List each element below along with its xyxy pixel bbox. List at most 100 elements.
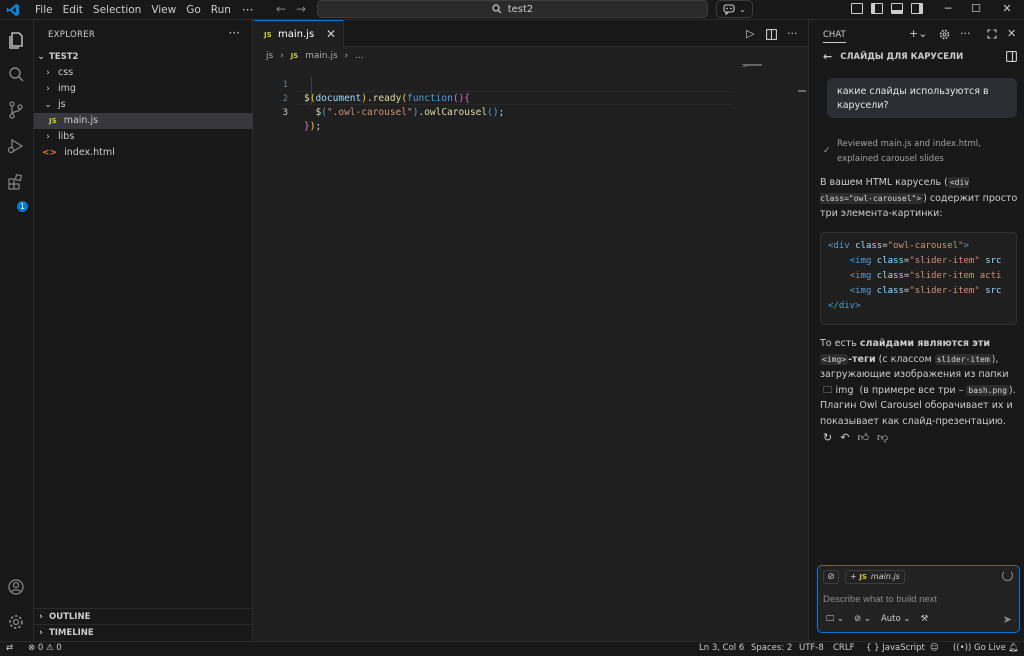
close-icon[interactable]: ✕ [326,27,336,41]
tree-item-label: css [58,67,74,78]
files-icon[interactable] [6,30,26,50]
code-line[interactable]: 3 }); [254,92,322,132]
source-control-icon[interactable] [6,100,26,120]
menu-selection[interactable]: Selection [88,0,146,20]
code-block-line: <img class="slider-item acti [849,271,1002,281]
minimize-button[interactable]: ─ [933,0,963,20]
toggle-primary-sidebar-icon[interactable] [871,3,883,14]
code-block[interactable]: <div class="owl-carousel"> <img class="s… [820,232,1017,325]
toggle-secondary-sidebar-icon[interactable] [911,3,923,14]
chat-more-button[interactable]: ··· [960,27,971,40]
breadcrumb-symbol[interactable]: ... [355,51,364,61]
code-line[interactable]: 2 $(".owl-carousel").owlCarousel(); [254,78,505,118]
maximize-icon[interactable] [987,29,997,39]
code-block-line: <img class="slider-item" src [849,286,1002,296]
configure-tools-icon[interactable]: ⚒ [921,614,929,624]
bell-icon[interactable]: 🔔︎ [1008,643,1019,653]
explorer-more-button[interactable]: ··· [229,26,240,40]
split-editor-icon[interactable] [766,29,777,40]
account-icon[interactable] [6,577,26,597]
chat-title[interactable]: CHAT [823,30,846,43]
explorer-title: EXPLORER [48,30,96,40]
editor-more-button[interactable]: ··· [787,27,798,40]
indentation[interactable]: Spaces: 2 [751,643,792,653]
problems-indicator[interactable]: ⊗ 0 ⚠ 0 [28,643,62,653]
settings-gear-icon[interactable] [6,612,26,632]
line-number: 3 [282,108,288,118]
outline-section[interactable]: › OUTLINE [34,608,253,624]
new-chat-icon[interactable]: +⌄ [909,27,927,40]
tree-item-css[interactable]: › css [34,65,253,81]
tree-item-index-html[interactable]: <> index.html [34,145,253,161]
answer-paragraph-2: То есть слайдами являются эти <img> -теги… [820,336,1018,429]
html-file-icon: <> [42,148,58,158]
context-file-chip[interactable]: + JS main.js [845,570,905,584]
close-icon[interactable]: ✕ [1007,27,1016,40]
back-arrow-icon[interactable]: ← [276,2,286,16]
timeline-label: TIMELINE [48,628,94,638]
search-icon[interactable] [6,65,26,85]
tree-item-img[interactable]: › img [34,81,253,97]
inline-code: <img> [820,353,849,365]
cursor-position[interactable]: Ln 3, Col 6 [699,643,744,653]
send-icon[interactable]: ➤ [1003,613,1012,626]
tree-item-libs[interactable]: › libs [34,129,253,145]
copilot-button[interactable]: ⌄ [716,0,753,18]
chevron-right-icon: › [46,132,50,142]
menu-go[interactable]: Go [181,0,206,20]
model-picker[interactable]: Auto ⌄ [881,614,911,624]
undo-icon[interactable]: ↶ [840,431,849,444]
toggle-panel-icon[interactable] [891,3,903,14]
copilot-status-icon[interactable]: ☺ [930,643,939,653]
forward-arrow-icon[interactable]: → [296,2,306,16]
editor-area: JS main.js ✕ ▷ ··· js › JS main.js › ...… [254,20,808,641]
run-icon[interactable]: ▷ [746,27,754,40]
gear-icon[interactable] [939,29,950,40]
agent-mode-picker[interactable]: 🖵︎ ⌄ [826,614,844,624]
folder-reference[interactable]: 🗀 img [820,383,856,399]
thumbs-up-icon[interactable]: 👍︎ [857,431,869,444]
breadcrumb-file[interactable]: main.js [305,51,338,61]
menu-view[interactable]: View [146,0,181,20]
tab-main-js[interactable]: JS main.js ✕ [254,20,344,48]
maximize-button[interactable]: ☐ [961,0,991,20]
command-center-search[interactable]: test2 [317,0,708,18]
menu-run[interactable]: Run [206,0,236,20]
answer-text: (в примере все три – [856,384,967,396]
breadcrumb-folder[interactable]: js [266,51,273,61]
tree-item-main-js[interactable]: JS main.js [34,113,253,129]
attach-icon[interactable]: ⊘ [823,570,839,584]
extensions-icon[interactable] [6,172,26,192]
tree-item-js[interactable]: ⌄ js [34,97,253,113]
tools-picker[interactable]: ⊘ ⌄ [854,614,871,624]
run-debug-icon[interactable] [6,136,26,156]
chat-input[interactable] [823,592,1013,606]
tree-item-label: img [58,83,76,94]
retry-icon[interactable]: ↻ [823,431,832,444]
language-mode[interactable]: { } JavaScript [866,643,925,653]
timeline-section[interactable]: › TIMELINE [34,624,253,640]
minimap[interactable] [742,64,766,67]
code-block-line: <div class="owl-carousel"> [828,241,969,251]
menu-edit[interactable]: Edit [58,0,88,20]
line-ending[interactable]: CRLF [833,643,854,653]
close-window-button[interactable]: ✕ [992,0,1022,20]
chat-panel: CHAT +⌄ ··· ✕ ← СЛАЙДЫ ДЛЯ КАРУСЕЛИ каки… [808,20,1024,641]
scrollbar-marker[interactable] [798,90,806,92]
thumbs-down-icon[interactable]: 👎︎ [877,431,888,444]
encoding[interactable]: UTF-8 [799,643,824,653]
back-arrow-icon[interactable]: ← [823,50,832,63]
inline-code: bash.png [966,384,1009,396]
remote-icon[interactable]: ⇄ [6,643,13,653]
layout-toggle-icon[interactable] [851,3,863,14]
menu-file[interactable]: File [30,0,58,20]
project-folder[interactable]: ⌄ TEST2 [34,49,253,65]
code-line[interactable]: 1 $(document).ready(function(){ [254,64,470,104]
outline-label: OUTLINE [48,612,91,622]
sidebar-toggle-icon[interactable] [1006,51,1017,62]
go-live-button[interactable]: ((•)) Go Live [953,643,1006,653]
chevron-right-icon: › [39,612,43,622]
tree-item-label: libs [58,131,75,142]
menu-more-button[interactable]: ··· [242,3,253,17]
reviewed-summary[interactable]: Reviewed main.js and index.html, explain… [837,137,1017,167]
